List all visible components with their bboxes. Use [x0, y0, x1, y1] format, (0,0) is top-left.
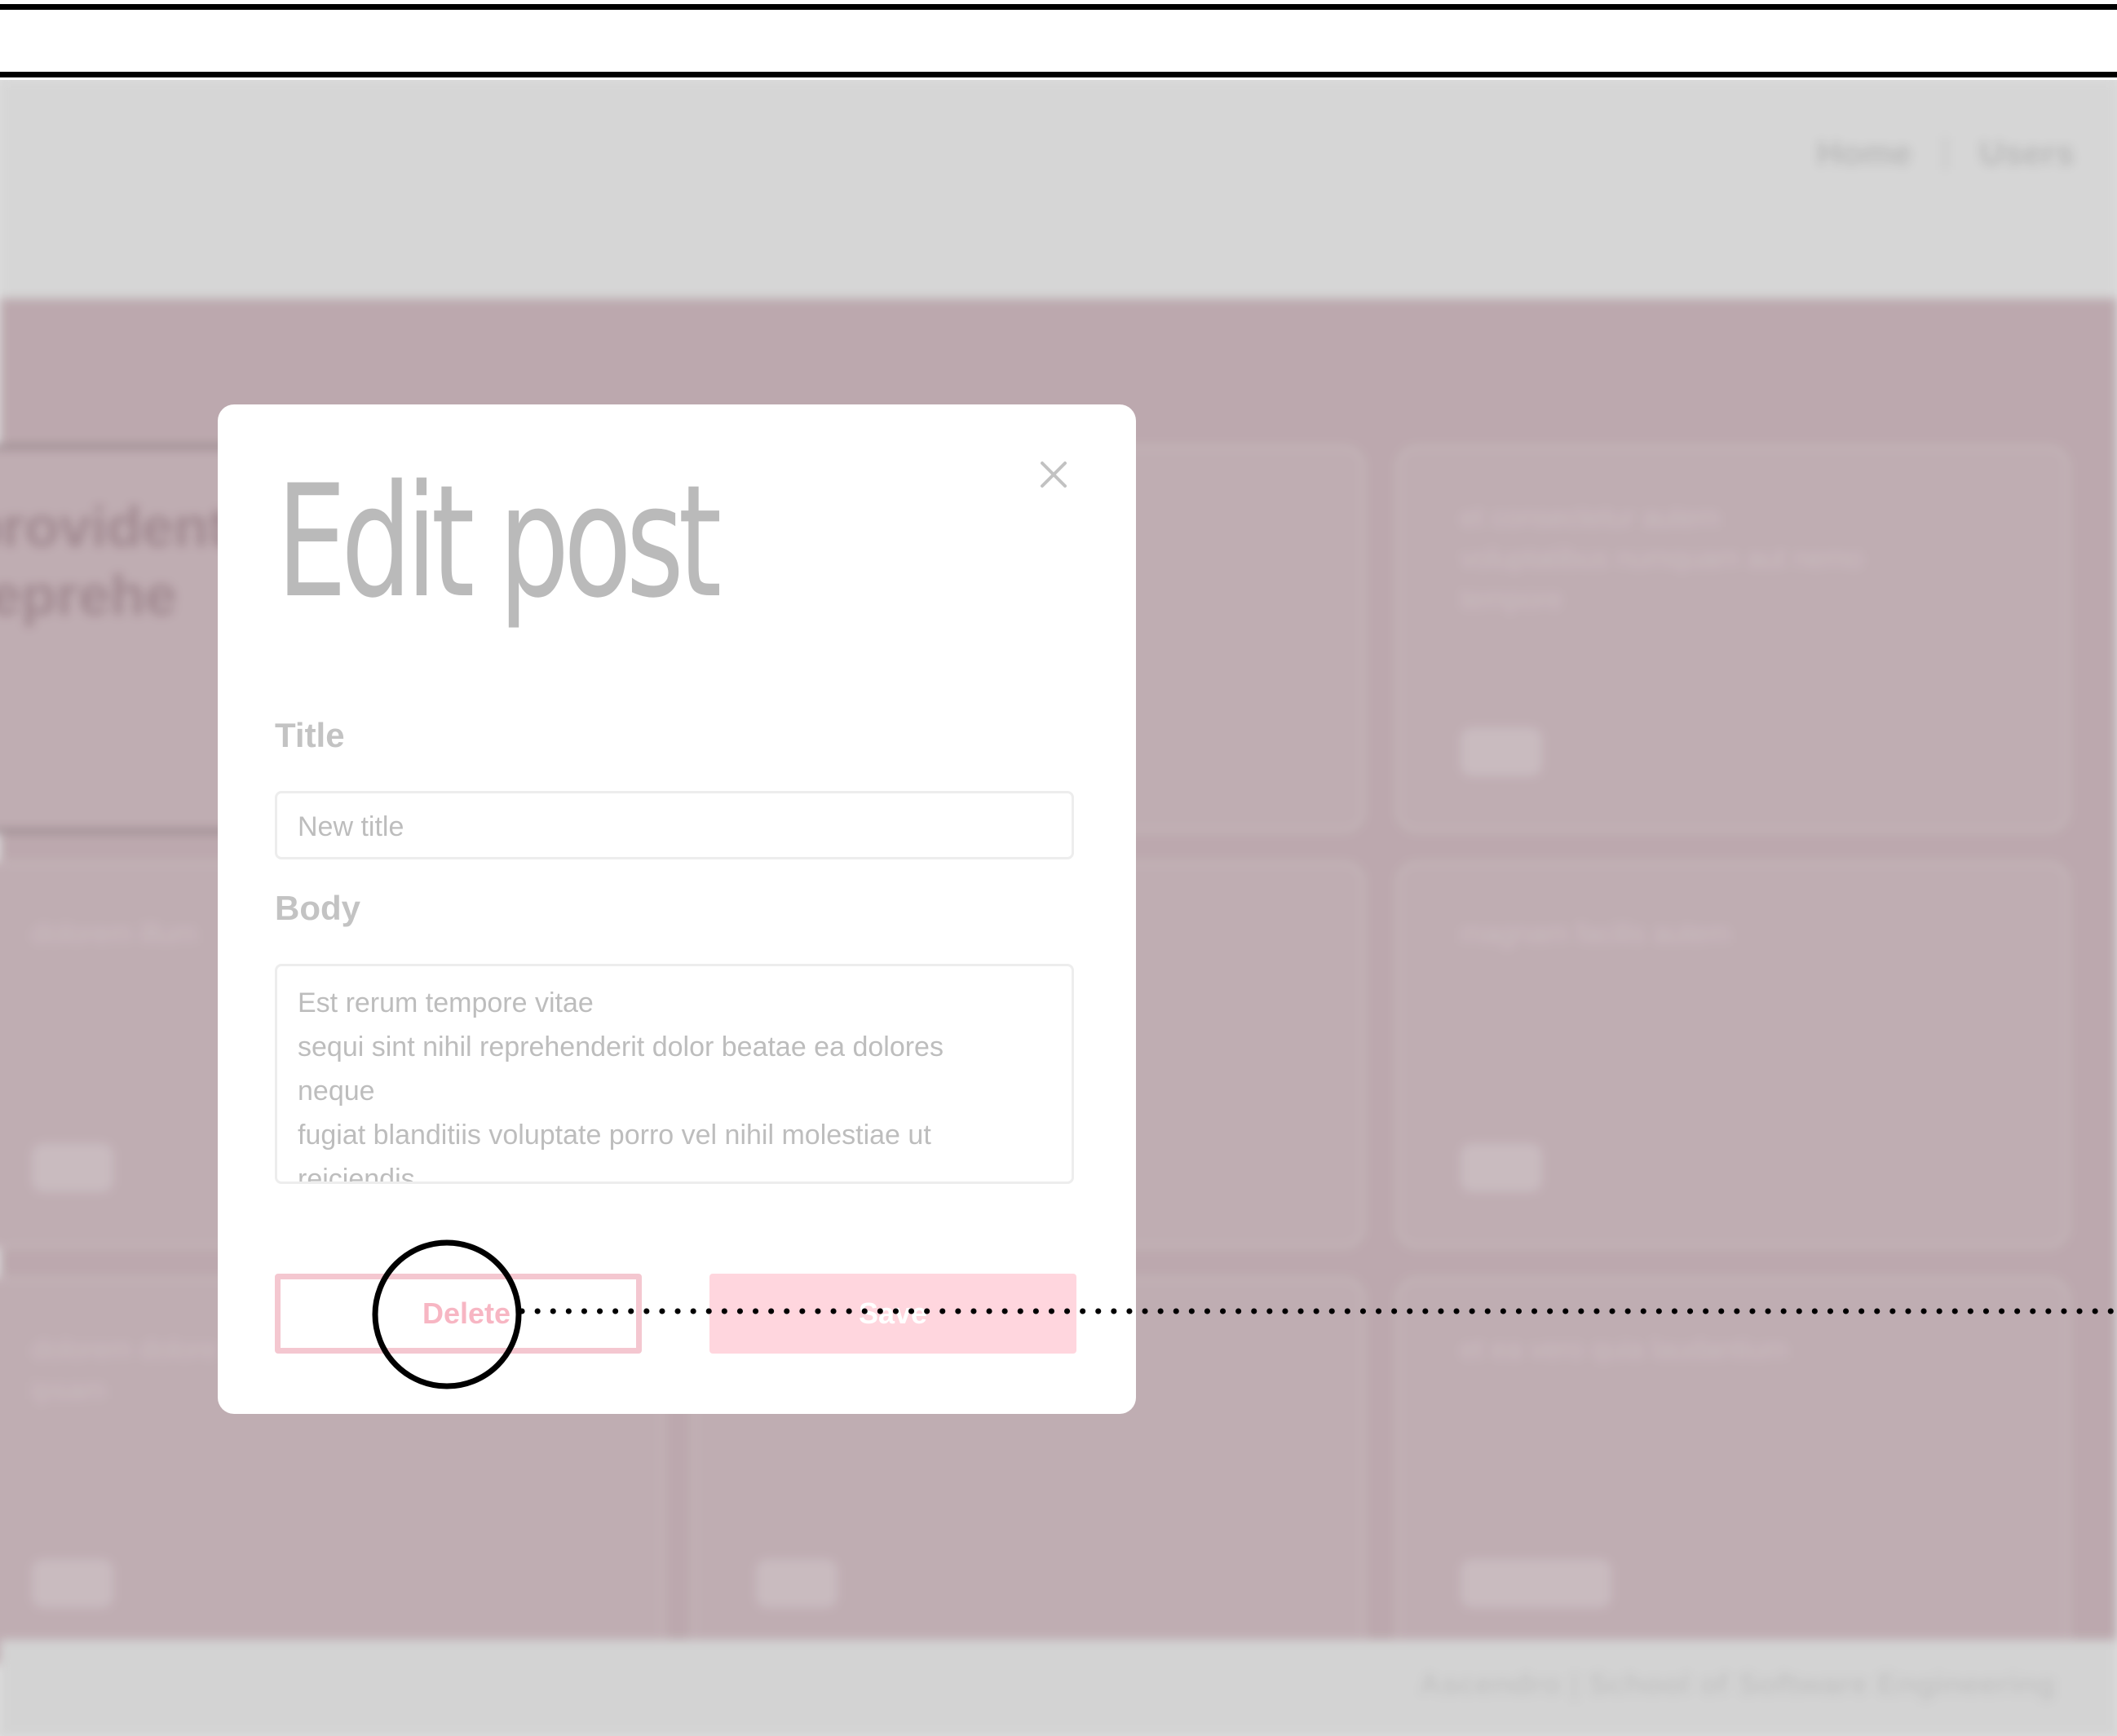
delete-button-label: Delete: [422, 1296, 511, 1330]
body-label: Body: [275, 889, 360, 927]
body-text-line: fugiat blanditiis voluptate porro vel ni…: [298, 1120, 931, 1151]
edit-post-modal: Edit post Title New title Body Est rerum…: [218, 404, 1136, 1414]
body-text-line: sequi sint nihil reprehenderit dolor bea…: [298, 1031, 944, 1062]
top-frame-line: [0, 4, 2117, 10]
body-textarea[interactable]: Est rerum tempore vitae sequi sint nihil…: [275, 964, 1074, 1184]
top-frame-line: [0, 72, 2117, 77]
title-label: Title: [275, 716, 345, 754]
top-frame: [0, 0, 2117, 80]
delete-button[interactable]: Delete: [275, 1274, 642, 1354]
title-input-placeholder: New title: [298, 811, 404, 842]
save-button[interactable]: Save: [709, 1274, 1076, 1354]
close-icon[interactable]: [1034, 455, 1073, 494]
save-button-label: Save: [858, 1296, 928, 1330]
body-text-line: reiciendis: [298, 1164, 415, 1184]
modal-title: Edit post: [276, 452, 722, 632]
body-text-line: Est rerum tempore vitae: [298, 987, 594, 1018]
body-text-line: neque: [298, 1076, 375, 1107]
title-input[interactable]: New title: [275, 791, 1074, 859]
